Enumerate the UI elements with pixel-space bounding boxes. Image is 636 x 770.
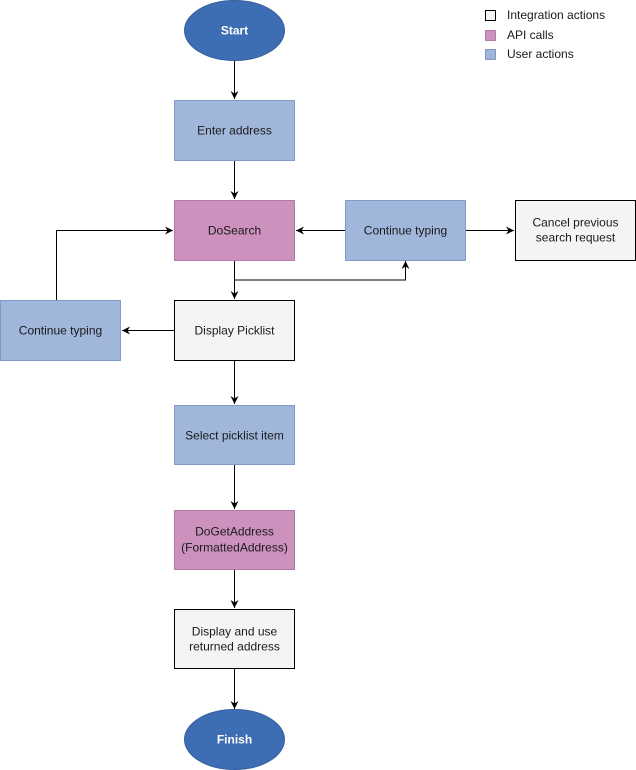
- enter-address-node: Enter address: [174, 100, 295, 161]
- dosearch-node: DoSearch: [174, 200, 295, 261]
- continue-typing-left-node: Continue typing: [0, 300, 121, 361]
- dogetaddress-label-line1: DoGetAddress: [195, 525, 274, 539]
- dosearch-label: DoSearch: [208, 224, 261, 238]
- legend-label-integration: Integration actions: [507, 8, 605, 22]
- legend-swatch-api: [485, 30, 496, 41]
- edge-dosearch-to-continue-typing-right: [234, 261, 410, 281]
- legend: Integration actions API calls User actio…: [485, 8, 605, 61]
- legend-item-user: User actions: [485, 47, 574, 61]
- continue-typing-right-node: Continue typing: [345, 200, 466, 261]
- legend-item-api: API calls: [485, 28, 554, 42]
- legend-item-integration: Integration actions: [485, 8, 605, 22]
- cancel-previous-label-line2: search request: [536, 231, 616, 245]
- start-node: Start: [184, 0, 285, 61]
- continue-typing-right-label: Continue typing: [364, 224, 447, 238]
- display-use-address-label-line1: Display and use: [192, 625, 278, 639]
- legend-label-user: User actions: [507, 47, 574, 61]
- finish-node: Finish: [184, 709, 285, 770]
- flowchart: Start Enter address DoSearch Continue ty…: [0, 0, 636, 770]
- continue-typing-left-label: Continue typing: [19, 324, 102, 338]
- cancel-previous-label-line1: Cancel previous: [532, 216, 618, 230]
- display-picklist-label: Display Picklist: [194, 324, 275, 338]
- select-picklist-item-node: Select picklist item: [174, 405, 295, 465]
- dogetaddress-label-line2: (FormattedAddress): [181, 541, 288, 555]
- dogetaddress-node: DoGetAddress (FormattedAddress): [174, 510, 295, 570]
- edge-continue-typing-left-to-dosearch: [56, 226, 173, 300]
- display-use-address-node: Display and use returned address: [174, 609, 295, 669]
- legend-swatch-user: [485, 49, 496, 60]
- finish-label: Finish: [217, 733, 252, 747]
- cancel-previous-node: Cancel previous search request: [515, 200, 636, 261]
- legend-swatch-integration: [485, 10, 496, 21]
- display-use-address-label-line2: returned address: [189, 640, 280, 654]
- display-picklist-node: Display Picklist: [174, 300, 295, 361]
- select-picklist-item-label: Select picklist item: [185, 429, 284, 443]
- legend-label-api: API calls: [507, 28, 554, 42]
- start-label: Start: [221, 24, 248, 38]
- enter-address-label: Enter address: [197, 124, 272, 138]
